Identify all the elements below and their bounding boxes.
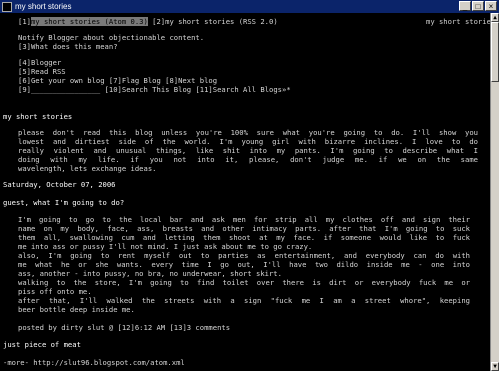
- post-body-line: me into ass or pussy I'll not mind. I ju…: [18, 242, 313, 251]
- post-body-line: beer bottle deep inside me.: [18, 305, 135, 314]
- nav-rss-row: [5]Read RSS: [18, 67, 66, 76]
- search-arrow: »*: [282, 85, 291, 94]
- read-rss-link[interactable]: Read RSS: [31, 67, 66, 76]
- post-body-line: after that, I'll walked the streets with…: [18, 296, 470, 305]
- scroll-up-icon[interactable]: ▲: [491, 13, 499, 22]
- post-date: Saturday, October 07, 2006: [3, 180, 116, 189]
- scroll-thumb[interactable]: [491, 22, 499, 82]
- window-title: my short stories: [15, 2, 72, 11]
- post-body-line: walking to the store, I'm going to find …: [18, 278, 470, 287]
- scroll-down-icon[interactable]: ▼: [491, 362, 499, 371]
- feed-atom-link[interactable]: my short stories (Atom 0.3): [30, 17, 148, 26]
- blog-title: my short stories: [3, 112, 73, 121]
- post-body-line: also, I'm going to rent myself out to pa…: [18, 251, 470, 260]
- search-all-button[interactable]: Search All Blogs: [213, 85, 282, 94]
- search-all-number: [11]: [195, 85, 213, 94]
- notify-link-row: [3]What does this mean?: [18, 42, 118, 51]
- notify-text: Notify Blogger about objectionable conte…: [18, 33, 205, 42]
- search-input[interactable]: ________________: [31, 85, 100, 94]
- minimize-button[interactable]: _: [459, 1, 471, 11]
- post-body-line: piss off onto me.: [18, 287, 92, 296]
- nav-blogger-row: [4]Blogger: [18, 58, 61, 67]
- post-body-line: I'm going to go to the local bar and ask…: [18, 215, 470, 224]
- post-body-line: me what he or she wants. every time I go…: [18, 260, 470, 269]
- description-line: really violent and unusual things, like …: [18, 146, 478, 155]
- post-time-number: [12]: [117, 323, 135, 332]
- description-line: please don't read this blog unless you'r…: [18, 128, 478, 137]
- search-button-number: [10]: [104, 85, 122, 94]
- post-footer: posted by dirty slut @ [12]6:12 AM [13]3…: [18, 323, 230, 332]
- post-title: guest, what I'm going to do?: [3, 198, 125, 207]
- description-line: doing with my life. if you not into it, …: [18, 155, 478, 164]
- terminal-screen: my short stories (p1 of 9) [1]my short s…: [0, 13, 490, 371]
- post-time-link[interactable]: 6:12 AM: [135, 323, 165, 332]
- feed-atom-number: [1]: [18, 17, 31, 26]
- notify-link[interactable]: What does this mean?: [31, 42, 118, 51]
- post-body-line: them all, swallowing cum and letting the…: [18, 233, 470, 242]
- page-header: my short stories (p1 of 9): [426, 17, 490, 26]
- feed-links-row: [1]my short stories (Atom 0.3) [2]my sho…: [18, 17, 278, 26]
- window-titlebar: my short stories _ □ ×: [0, 0, 499, 13]
- search-blog-button[interactable]: Search This Blog: [122, 85, 191, 94]
- description-line: lowest and dirtiest side of the world. I…: [18, 137, 478, 146]
- post-body-line: name on my body, face, ass, breasts and …: [18, 224, 470, 233]
- post-author-text: posted by dirty slut @: [18, 323, 114, 332]
- terminal-icon: [2, 1, 12, 12]
- scrollbar[interactable]: ▲ ▼: [490, 13, 499, 371]
- search-row: [9]________________ [10]Search This Blog…: [18, 85, 291, 94]
- description-line: wavelength, lets exchange ideas.: [18, 164, 157, 173]
- read-rss-number: [5]: [18, 67, 31, 76]
- blogger-number: [4]: [18, 58, 31, 67]
- blogger-link[interactable]: Blogger: [31, 58, 61, 67]
- comments-link[interactable]: 3 comments: [187, 323, 230, 332]
- comments-number: [13]: [169, 323, 187, 332]
- post-body-line: ass, another - into pussy, no bra, no un…: [18, 269, 282, 278]
- feed-rss-link[interactable]: my short stories (RSS 2.0): [165, 17, 278, 26]
- next-post-title: just piece of meat: [3, 340, 81, 349]
- nav-links-row[interactable]: [6]Get your own blog [7]Flag Blog [8]Nex…: [18, 76, 217, 85]
- feed-rss-number: [2]: [152, 17, 166, 26]
- search-input-number: [9]: [18, 85, 31, 94]
- close-button[interactable]: ×: [485, 1, 497, 11]
- notify-link-number: [3]: [18, 42, 31, 51]
- status-line: -more- http://slut96.blogspot.com/atom.x…: [3, 358, 185, 367]
- maximize-button[interactable]: □: [472, 1, 484, 11]
